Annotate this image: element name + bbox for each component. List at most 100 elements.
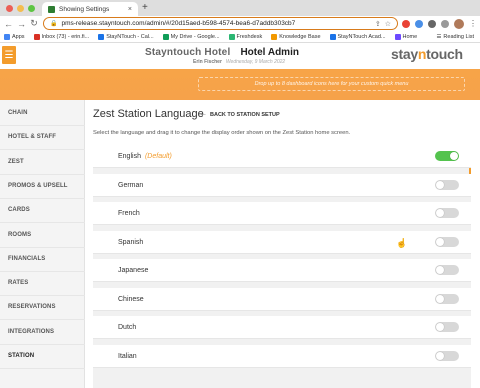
browser-tabstrip: Showing Settings × + xyxy=(0,0,480,16)
sidebar-item-financials[interactable]: FINANCIALS xyxy=(8,256,45,262)
language-name: Spanish xyxy=(118,238,144,246)
language-row[interactable]: German xyxy=(93,173,471,197)
mouse-cursor-icon: ☝ xyxy=(396,238,408,248)
quick-menu-bar: Drop up to 8 dashboard icons here for yo… xyxy=(0,69,480,100)
sidebar-item-zest[interactable]: ZEST xyxy=(8,159,24,165)
language-name: Italian xyxy=(118,352,137,360)
maximize-window-icon[interactable] xyxy=(28,5,35,12)
arrow-left-icon: ← xyxy=(200,111,207,118)
sidebar-divider xyxy=(0,343,85,345)
bookmark-label: Knowledge Base xyxy=(279,33,321,40)
puzzle-icon[interactable] xyxy=(428,19,436,28)
language-name: Dutch xyxy=(118,324,137,331)
back-icon[interactable]: ← xyxy=(4,19,13,29)
lock-icon: 🔒 xyxy=(50,21,58,27)
bookmark-item[interactable]: Home xyxy=(394,33,418,40)
bookmark-favicon-icon xyxy=(98,33,105,40)
url-text[interactable]: pms-release.stayntouch.com/admin/#/20d15… xyxy=(61,20,370,27)
bookmark-favicon-icon xyxy=(394,33,401,40)
bookmark-favicon-icon xyxy=(4,33,10,40)
hamburger-menu-icon[interactable]: ☰ xyxy=(2,46,16,64)
user-name: Erin Fischer xyxy=(193,59,222,65)
sidebar-item-integrations[interactable]: INTEGRATIONS xyxy=(8,329,54,335)
toggle-knob xyxy=(436,266,444,274)
sidebar-item-chain[interactable]: CHAIN xyxy=(8,110,28,116)
sidebar-item-rates[interactable]: RATES xyxy=(8,280,28,286)
bookmark-label: StayNTouch Acad... xyxy=(337,33,386,40)
bookmark-item[interactable]: StayNTouch Acad... xyxy=(329,33,386,40)
language-toggle[interactable] xyxy=(435,208,459,218)
forward-icon[interactable]: → xyxy=(17,19,26,29)
language-toggle[interactable] xyxy=(435,179,459,190)
hotel-title-line: Stayntouch Hotel Hotel Admin xyxy=(145,47,299,58)
reload-icon[interactable]: ↻ xyxy=(30,18,38,29)
reading-list-icon: ☰ xyxy=(436,34,442,40)
main-content: Zest Station Language ← BACK TO STATION … xyxy=(85,100,480,388)
extension-icon[interactable] xyxy=(441,19,449,28)
language-toggle[interactable] xyxy=(435,350,459,361)
new-tab-icon[interactable]: + xyxy=(142,2,148,13)
tab-title: Showing Settings xyxy=(59,5,110,13)
address-bar[interactable]: 🔒 pms-release.stayntouch.com/admin/#/20d… xyxy=(43,17,398,30)
quick-menu-dropzone[interactable]: Drop up to 8 dashboard icons here for yo… xyxy=(198,77,465,91)
language-row[interactable]: English (Default) xyxy=(93,145,471,168)
reading-list-label: Reading List xyxy=(443,34,474,40)
bookmark-item[interactable]: Knowledge Base xyxy=(271,33,321,40)
language-name: German xyxy=(118,181,144,189)
language-row[interactable]: Spanish xyxy=(93,230,471,254)
back-to-station-setup-link[interactable]: ← BACK TO STATION SETUP xyxy=(200,111,280,118)
back-link-label: BACK TO STATION SETUP xyxy=(210,111,280,118)
sidebar-item-cards[interactable]: CARDS xyxy=(8,207,30,213)
sidebar-item-rooms[interactable]: ROOMS xyxy=(8,232,31,238)
toggle-knob xyxy=(450,152,458,160)
language-row[interactable]: Dutch xyxy=(93,316,471,339)
extension-icon[interactable] xyxy=(415,19,423,28)
admin-title: Hotel Admin xyxy=(240,47,299,58)
bookmark-label: My Drive - Google... xyxy=(170,33,220,40)
sidebar-divider xyxy=(0,295,85,297)
bookmark-label: Inbox (73) - erin.fi... xyxy=(41,33,90,40)
sidebar-item-promos-upsell[interactable]: PROMOS & UPSELL xyxy=(8,183,68,189)
language-list: English (Default) German French Spanish Japan… xyxy=(93,145,471,388)
language-name: French xyxy=(118,210,140,217)
language-toggle[interactable] xyxy=(435,293,459,304)
language-row[interactable]: French xyxy=(93,202,471,225)
bookmarks-bar: Apps Inbox (73) - erin.fi... StayNTouch - … xyxy=(0,31,480,43)
language-row[interactable]: Italian xyxy=(93,344,471,368)
bookmark-label: Home xyxy=(402,33,418,40)
extensions-area: ⋮ xyxy=(402,17,477,30)
language-row[interactable]: Japanese xyxy=(93,259,471,282)
extension-icon[interactable] xyxy=(402,19,410,28)
bookmark-favicon-icon xyxy=(228,33,235,40)
language-toggle[interactable] xyxy=(435,236,459,247)
bookmark-item[interactable]: Apps xyxy=(4,33,25,40)
close-window-icon[interactable] xyxy=(6,5,13,12)
minimize-window-icon[interactable] xyxy=(17,5,24,12)
bookmark-favicon-icon xyxy=(271,33,278,40)
bookmark-item[interactable]: Inbox (73) - erin.fi... xyxy=(33,33,90,40)
more-menu-icon[interactable]: ⋮ xyxy=(469,19,477,28)
language-toggle[interactable] xyxy=(435,151,459,161)
reading-list-button[interactable]: ☰ Reading List xyxy=(436,31,474,43)
bookmark-label: Freshdesk xyxy=(236,33,263,40)
tab-close-icon[interactable]: × xyxy=(128,6,132,13)
sidebar-divider xyxy=(0,197,85,199)
bookmark-item[interactable]: StayNTouch - Cal... xyxy=(98,33,154,40)
admin-sidebar: CHAIN HOTEL & STAFF ZEST PROMOS & UPSELL CAR… xyxy=(0,100,85,388)
toggle-knob xyxy=(436,180,444,189)
browser-tab[interactable]: Showing Settings × xyxy=(42,2,138,16)
bookmark-favicon-icon xyxy=(329,33,336,40)
sidebar-item-station[interactable]: STATION xyxy=(8,353,34,359)
sidebar-item-hotel-staff[interactable]: HOTEL & STAFF xyxy=(8,134,56,140)
language-toggle[interactable] xyxy=(435,265,459,275)
sidebar-divider xyxy=(0,246,85,248)
bookmark-item[interactable]: Freshdesk xyxy=(228,33,263,40)
bookmark-star-icon[interactable]: ☆ xyxy=(385,20,391,28)
profile-avatar[interactable] xyxy=(454,18,464,29)
bookmark-favicon-icon xyxy=(33,33,40,40)
bookmark-item[interactable]: My Drive - Google... xyxy=(162,33,220,40)
share-icon[interactable]: ⇪ xyxy=(375,20,381,28)
language-row[interactable]: Chinese xyxy=(93,287,471,311)
sidebar-item-reservations[interactable]: RESERVATIONS xyxy=(8,304,56,310)
language-toggle[interactable] xyxy=(435,322,459,332)
